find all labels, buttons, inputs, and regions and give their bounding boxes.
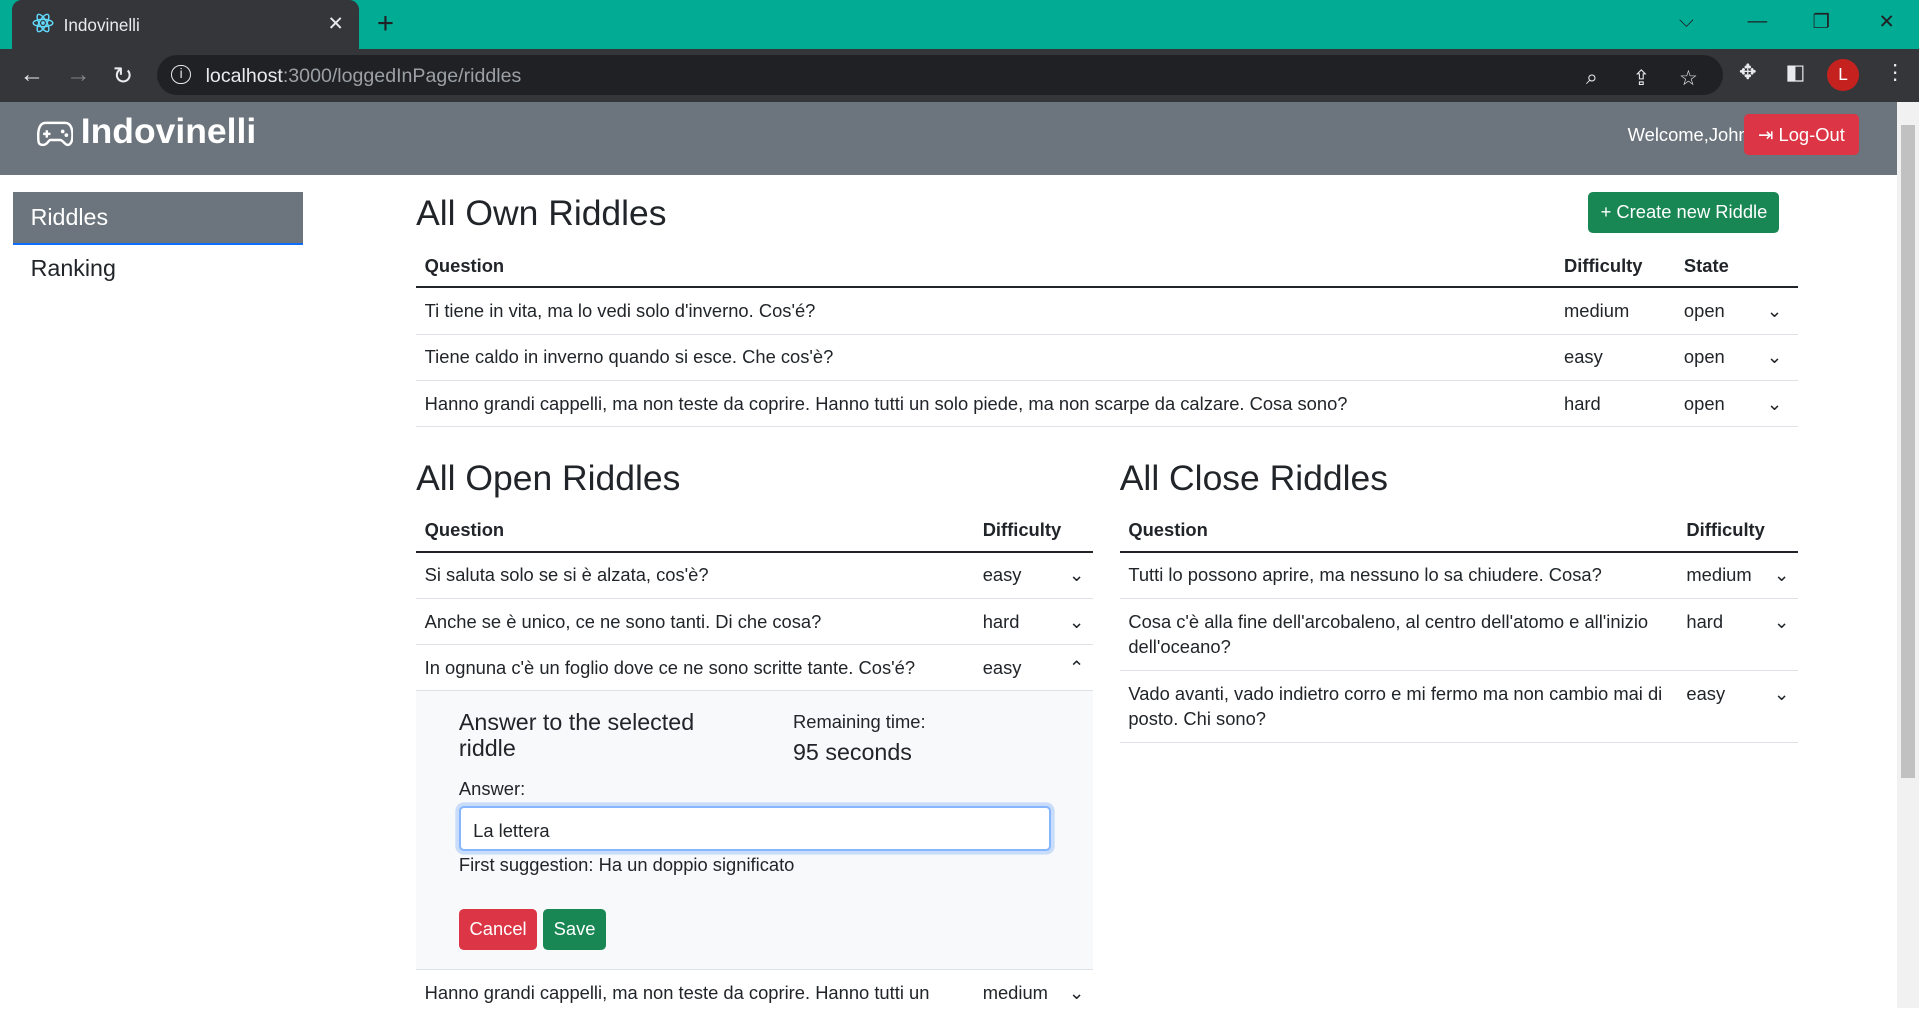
extensions-icon[interactable]: ✥ [1739, 60, 1756, 85]
chevron-down-icon[interactable]: ⌄ [1069, 562, 1084, 588]
chevron-down-icon[interactable]: ⌄ [1774, 609, 1789, 635]
answer-panel: Answer to the selected riddle Remaining … [416, 690, 1093, 971]
back-icon[interactable]: ← [20, 61, 44, 89]
col-difficulty: Difficulty [974, 509, 1093, 553]
logout-icon: ⇥ [1758, 123, 1779, 145]
chevron-down-icon[interactable]: ⌄ [1751, 380, 1798, 428]
share-icon[interactable]: ⇪ [1633, 66, 1650, 91]
own-riddles-title: All Own Riddles [416, 193, 667, 234]
col-difficulty: Difficulty [1677, 509, 1798, 553]
open-riddles-table: Question Difficulty Si saluta solo se si … [416, 509, 1093, 1009]
bookmark-star-icon[interactable]: ☆ [1679, 66, 1698, 91]
sidebar-item-ranking[interactable]: Ranking [31, 255, 116, 282]
close-tab-icon[interactable]: ✕ [327, 12, 343, 36]
sidebar-item-riddles[interactable]: Riddles [13, 192, 304, 245]
chevron-down-icon[interactable]: ⌄ [1751, 287, 1798, 335]
table-row[interactable]: In ognuna c'è un foglio dove ce ne sono … [416, 644, 1093, 692]
create-riddle-button[interactable]: + Create new Riddle [1588, 192, 1780, 233]
table-row[interactable]: Hanno grandi cappelli, ma non teste da c… [416, 380, 1798, 428]
browser-tab[interactable]: Indovinelli ✕ [12, 0, 359, 49]
cancel-button[interactable]: Cancel [458, 909, 538, 950]
chevron-down-icon[interactable]: ⌄ [1774, 562, 1789, 588]
col-state: State [1675, 244, 1752, 289]
table-row[interactable]: Si saluta solo se si è alzata, cos'è? eas… [416, 551, 1093, 599]
side-panel-icon[interactable]: ◧ [1786, 60, 1806, 85]
welcome-text: Welcome,John [1627, 123, 1749, 145]
url-text[interactable]: localhost:3000/loggedInPage/riddles [206, 65, 522, 88]
minimize-icon[interactable]: — [1748, 10, 1768, 33]
col-difficulty: Difficulty [1555, 244, 1676, 289]
col-question: Question [416, 244, 1556, 289]
close-riddles-table: Question Difficulty Tutti lo possono apri… [1119, 509, 1798, 743]
browser-tab-strip: Indovinelli ✕ + ⌵ — ❐ ✕ [0, 0, 1919, 49]
table-row[interactable]: Ti tiene in vita, ma lo vedi solo d'inve… [416, 287, 1798, 335]
table-row[interactable]: Vado avanti, vado indietro corro e mi fe… [1119, 670, 1798, 743]
col-question: Question [1119, 509, 1678, 553]
table-row[interactable]: Hanno grandi cappelli, ma non teste da c… [416, 969, 1093, 1009]
chevron-up-icon[interactable]: ⌃ [1069, 655, 1084, 681]
menu-icon[interactable]: ⋮ [1885, 60, 1906, 85]
remaining-time-label: Remaining time: [793, 710, 926, 732]
tab-search-icon[interactable]: ⌵ [1679, 10, 1694, 33]
zoom-icon[interactable]: ⌕ [1586, 66, 1598, 90]
profile-avatar[interactable]: L [1827, 58, 1859, 91]
site-info-icon[interactable]: i [171, 64, 191, 85]
scrollbar-thumb[interactable] [1900, 124, 1916, 779]
reload-icon[interactable]: ↻ [113, 61, 134, 91]
chevron-down-icon[interactable]: ⌄ [1069, 609, 1084, 635]
table-row[interactable]: Tutti lo possono aprire, ma nessuno lo s… [1119, 551, 1798, 599]
answer-panel-title: Answer to the selected riddle [458, 708, 695, 761]
chevron-down-icon[interactable]: ⌄ [1751, 334, 1798, 381]
address-bar-area: ← → ↻ i localhost:3000/loggedInPage/ridd… [0, 48, 1919, 102]
close-window-icon[interactable]: ✕ [1879, 10, 1895, 34]
save-button[interactable]: Save [543, 909, 606, 950]
table-row[interactable]: Tiene caldo in inverno quando si esce. C… [416, 334, 1798, 381]
suggestion-text: First suggestion: Ha un doppio significa… [458, 853, 795, 875]
gamepad-icon [36, 115, 74, 156]
chevron-down-icon[interactable]: ⌄ [1069, 980, 1084, 1006]
tab-title: Indovinelli [63, 14, 140, 35]
answer-label: Answer: [458, 777, 526, 799]
chevron-down-icon[interactable]: ⌄ [1774, 681, 1789, 707]
app-brand[interactable]: Indovinelli [36, 111, 256, 156]
close-riddles-title: All Close Riddles [1119, 457, 1388, 498]
own-riddles-table: Question Difficulty State Ti tiene in vita… [416, 244, 1798, 428]
app-navbar: Indovinelli Welcome,John ⇥ Log-Out [0, 101, 1897, 175]
omnibox[interactable]: i localhost:3000/loggedInPage/riddles ⌕ … [156, 55, 1724, 96]
logout-button[interactable]: ⇥ Log-Out [1743, 113, 1859, 156]
new-tab-icon[interactable]: + [377, 7, 394, 41]
forward-icon[interactable]: → [66, 61, 90, 89]
remaining-time-value: 95 seconds [793, 739, 912, 766]
col-question: Question [416, 509, 975, 553]
open-riddles-title: All Open Riddles [416, 457, 681, 498]
answer-input[interactable]: La lettera [458, 806, 1052, 851]
table-row[interactable]: Anche se è unico, ce ne sono tanti. Di c… [416, 598, 1093, 646]
restore-icon[interactable]: ❐ [1812, 10, 1830, 34]
react-icon [32, 12, 54, 39]
table-row[interactable]: Cosa c'è alla fine dell'arcobaleno, al c… [1119, 598, 1798, 671]
